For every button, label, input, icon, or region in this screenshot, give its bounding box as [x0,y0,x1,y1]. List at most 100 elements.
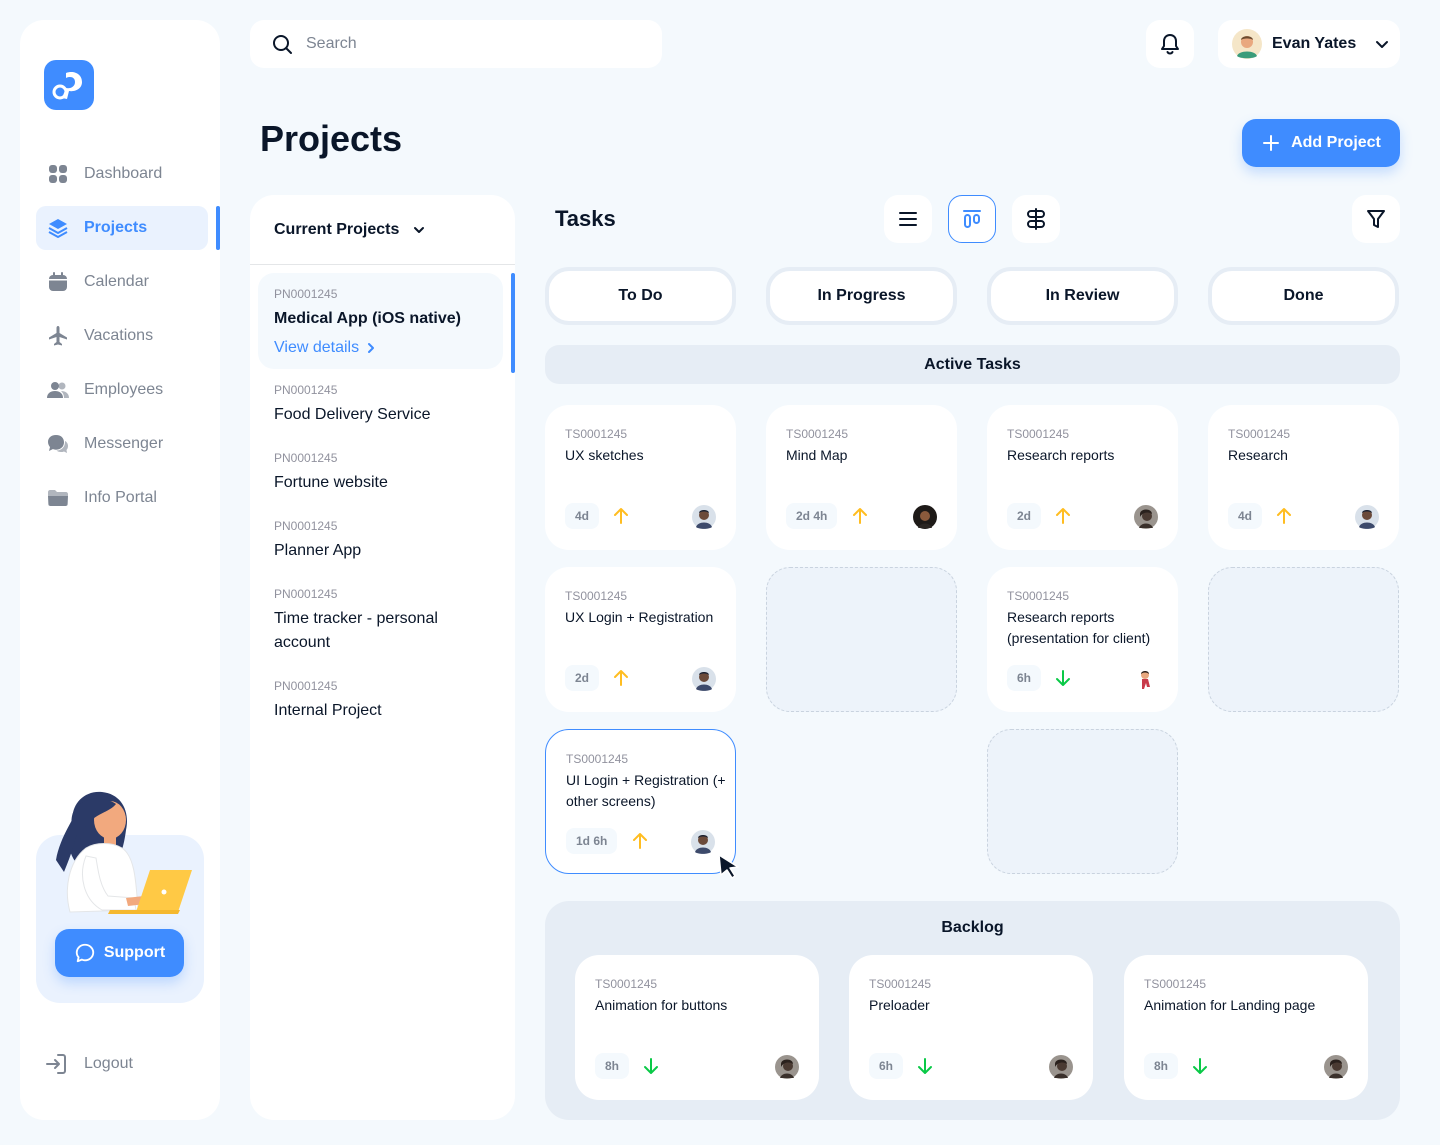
project-code: PN0001245 [274,679,338,693]
task-time-badge: 6h [1007,665,1042,691]
task-card[interactable]: TS0001245 Animation for Landing page 8h [1124,955,1368,1100]
task-time-badge: 4d [1228,503,1263,529]
view-details-link[interactable]: View details [274,339,487,357]
support-label: Support [103,944,166,961]
sidebar-item-vacations[interactable]: Vacations [36,314,208,358]
task-time-badge: 8h [1144,1053,1179,1079]
airplane-icon [49,326,67,346]
list-view-button[interactable] [884,195,932,243]
sidebar-item-label: Vacations [84,327,154,344]
task-code: TS0001245 [565,589,628,603]
support-button[interactable]: Support [55,929,184,977]
layers-icon [48,219,68,238]
view-details-label: View details [274,339,360,356]
task-card[interactable]: TS0001245 UX Login + Registration 2d [545,567,736,712]
task-time-badge: 2d [1007,503,1042,529]
page-title: Projects [260,118,403,159]
task-name: Animation for buttons [595,997,728,1013]
project-item[interactable]: PN0001245 Fortune website [250,437,515,505]
empty-drop-slot[interactable] [987,729,1178,874]
sidebar-item-employees[interactable]: Employees [36,368,208,412]
filter-icon [1367,210,1385,228]
project-item[interactable]: PN0001245 Planner App [250,505,515,573]
avatar [691,830,715,854]
add-project-button[interactable]: Add Project [1242,119,1400,167]
search-icon [273,35,292,54]
column-header-in-review[interactable]: In Review [987,267,1178,325]
sidebar-item-calendar[interactable]: Calendar [36,260,208,304]
arrow-down-icon [918,1058,932,1074]
avatar [775,1055,799,1079]
users-icon [47,382,69,398]
project-code: PN0001245 [274,519,338,533]
avatar [692,667,716,691]
task-card[interactable]: TS0001245 Mind Map 2d 4h [766,405,957,550]
task-name: UX sketches [565,447,644,463]
sidebar-item-messenger[interactable]: Messenger [36,422,208,466]
project-item[interactable]: PN0001245 Internal Project [250,665,515,733]
sidebar-item-label: Info Portal [84,489,157,506]
task-time-badge: 6h [869,1053,904,1079]
task-card[interactable]: TS0001245 UI Login + Registration (+ oth… [545,729,736,874]
project-item[interactable]: PN0001245 Medical App (iOS native) View … [258,273,515,373]
project-name: Food Delivery Service [274,406,431,423]
task-code: TS0001245 [869,977,932,991]
arrow-down-icon [644,1058,658,1074]
sidebar-item-label: Projects [84,219,148,236]
task-code: TS0001245 [595,977,658,991]
project-item[interactable]: PN0001245 Food Delivery Service [250,369,515,437]
user-name: Evan Yates [1272,35,1357,52]
empty-drop-slot[interactable] [1208,567,1399,712]
task-name: Research reports (presentation for clien… [1007,609,1151,646]
avatar [1232,29,1262,59]
project-name: Time tracker - personal account [274,610,438,651]
user-menu[interactable]: Evan Yates [1218,20,1400,68]
task-name: Research reports [1007,447,1115,463]
avatar [692,505,716,529]
project-name: Medical App (iOS native) [274,310,461,327]
task-code: TS0001245 [1228,427,1291,441]
calendar-icon [49,272,67,291]
backlog-section: Backlog TS0001245 Animation for buttons … [545,901,1400,1120]
arrow-up-icon [633,833,647,849]
sidebar-item-label: Calendar [84,273,149,290]
chevron-down-icon [414,226,425,233]
current-projects-dropdown[interactable]: Current Projects [250,195,515,265]
app-logo[interactable] [44,60,94,110]
notifications-button[interactable] [1146,20,1194,68]
task-card[interactable]: TS0001245 UX sketches 4d [545,405,736,550]
empty-drop-slot[interactable] [766,567,957,712]
project-item[interactable]: PN0001245 Time tracker - personal accoun… [250,573,515,665]
column-header-done[interactable]: Done [1208,267,1399,325]
timeline-view-button[interactable] [1012,195,1060,243]
task-card[interactable]: TS0001245 Research 4d [1208,405,1399,550]
sidebar-item-projects[interactable]: Projects [36,206,220,250]
arrow-up-icon [853,508,867,524]
column-header-in-progress[interactable]: In Progress [766,267,957,325]
search-input[interactable] [306,35,626,53]
current-projects-label: Current Projects [274,220,400,238]
chat-bubble-icon [75,943,94,963]
sidebar-nav: Dashboard Projects Calendar Vacations Em… [36,152,220,530]
project-code: PN0001245 [274,383,338,397]
avatar [1355,505,1379,529]
sidebar-item-dashboard[interactable]: Dashboard [36,152,208,196]
task-name: Preloader [869,997,930,1013]
bell-icon [1161,34,1179,55]
logout-button[interactable]: Logout [44,1052,133,1076]
board-view-button[interactable] [948,195,996,243]
project-name: Internal Project [274,702,382,719]
backlog-title: Backlog [941,919,1004,936]
tasks-title: Tasks [555,206,616,231]
task-card[interactable]: TS0001245 Research reports 2d [987,405,1178,550]
filter-button[interactable] [1352,195,1400,243]
task-card[interactable]: TS0001245 Research reports (presentation… [987,567,1178,712]
task-card[interactable]: TS0001245 Animation for buttons 8h [575,955,819,1100]
column-header-todo[interactable]: To Do [545,267,736,325]
task-time-badge: 4d [565,503,600,529]
task-code: TS0001245 [1144,977,1207,991]
task-card[interactable]: TS0001245 Preloader 6h [849,955,1093,1100]
sidebar-item-label: Employees [84,381,164,398]
sidebar-item-info-portal[interactable]: Info Portal [36,476,208,520]
chat-icon [48,435,68,453]
